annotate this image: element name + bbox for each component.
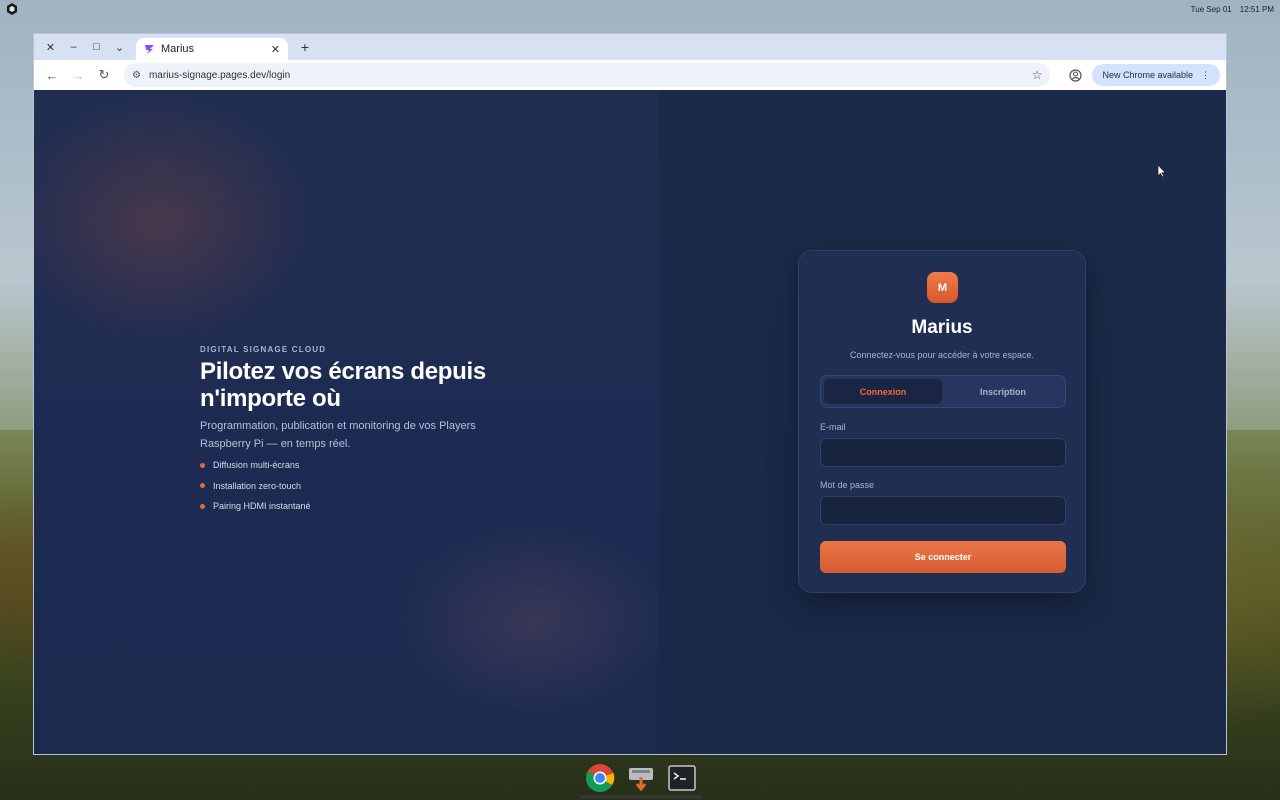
tab-inscription[interactable]: Inscription bbox=[944, 379, 1062, 404]
back-icon[interactable]: ← bbox=[40, 63, 64, 87]
hero-content: DIGITAL SIGNAGE CLOUD Pilotez vos écrans… bbox=[200, 345, 520, 517]
forward-icon[interactable]: → bbox=[66, 63, 90, 87]
mouse-cursor-icon bbox=[1157, 164, 1167, 178]
minimize-window-icon[interactable]: – bbox=[63, 37, 84, 57]
tab-close-icon[interactable]: ✕ bbox=[271, 43, 280, 56]
dock-indicator bbox=[580, 795, 702, 799]
update-chrome-button[interactable]: New Chrome available ⋮ bbox=[1092, 64, 1220, 86]
more-menu-icon: ⋮ bbox=[1201, 69, 1210, 80]
close-window-icon[interactable]: ✕ bbox=[40, 37, 61, 57]
terminal-icon[interactable] bbox=[666, 762, 698, 794]
list-item: Installation zero-touch bbox=[200, 476, 520, 497]
installer-icon[interactable] bbox=[625, 762, 657, 794]
email-field[interactable] bbox=[820, 438, 1066, 467]
profile-icon[interactable] bbox=[1064, 64, 1086, 86]
browser-window: ✕ – □ ⌄ Marius ✕ + ← → ↻ ⚙ marius-signag… bbox=[33, 33, 1227, 755]
list-item: Pairing HDMI instantané bbox=[200, 496, 520, 517]
hero-panel: DIGITAL SIGNAGE CLOUD Pilotez vos écrans… bbox=[34, 90, 659, 754]
address-bar[interactable]: ⚙ marius-signage.pages.dev/login ☆ bbox=[124, 63, 1051, 87]
update-chrome-label: New Chrome available bbox=[1102, 70, 1193, 80]
tab-marius[interactable]: Marius ✕ bbox=[136, 38, 288, 60]
feature-label: Pairing HDMI instantané bbox=[213, 501, 311, 512]
feature-label: Installation zero-touch bbox=[213, 480, 302, 491]
os-logo-icon[interactable] bbox=[6, 3, 18, 15]
dock bbox=[580, 758, 702, 798]
tab-title: Marius bbox=[161, 43, 195, 55]
desktop-top-bar: Tue Sep 01 12:51 PM bbox=[0, 0, 1280, 18]
tab-connexion[interactable]: Connexion bbox=[824, 379, 942, 404]
hero-lede: Programmation, publication et monitoring… bbox=[200, 420, 476, 450]
tab-search-chevron-icon[interactable]: ⌄ bbox=[109, 37, 130, 57]
url-text[interactable]: marius-signage.pages.dev/login bbox=[149, 70, 1024, 81]
new-tab-icon[interactable]: + bbox=[294, 39, 316, 55]
login-page: DIGITAL SIGNAGE CLOUD Pilotez vos écrans… bbox=[34, 90, 1226, 754]
clock-time: 12:51 PM bbox=[1239, 4, 1274, 14]
hero-headline: Pilotez vos écrans depuis n'importe où bbox=[200, 358, 486, 412]
login-card: M Marius Connectez-vous pour accéder à v… bbox=[798, 250, 1086, 593]
maximize-window-icon[interactable]: □ bbox=[86, 37, 107, 57]
site-info-icon[interactable]: ⚙ bbox=[132, 70, 141, 81]
chrome-icon[interactable] bbox=[584, 762, 616, 794]
bullet-dot-icon bbox=[200, 483, 205, 489]
clock-date: Tue Sep 01 bbox=[1190, 4, 1232, 14]
system-clock[interactable]: Tue Sep 01 12:51 PM bbox=[1191, 5, 1274, 14]
bullet-dot-icon bbox=[200, 462, 205, 468]
reload-icon[interactable]: ↻ bbox=[92, 63, 116, 87]
bullet-dot-icon bbox=[200, 503, 205, 509]
feature-label: Diffusion multi-écrans bbox=[213, 460, 300, 471]
feature-list: Diffusion multi-écrans Installation zero… bbox=[200, 455, 520, 517]
login-subtitle: Connectez-vous pour accéder à votre espa… bbox=[849, 350, 1035, 360]
marius-favicon-icon bbox=[144, 44, 155, 55]
list-item: Diffusion multi-écrans bbox=[200, 455, 520, 476]
login-button[interactable]: Se connecter bbox=[820, 541, 1066, 573]
bookmark-star-icon[interactable]: ☆ bbox=[1032, 68, 1043, 82]
brand-title: Marius bbox=[911, 317, 973, 338]
marius-logo: M bbox=[927, 272, 958, 303]
auth-panel: M Marius Connectez-vous pour accéder à v… bbox=[659, 90, 1226, 754]
hero-eyebrow: DIGITAL SIGNAGE CLOUD bbox=[200, 345, 327, 354]
email-label: E-mail bbox=[820, 422, 846, 432]
tab-strip: ✕ – □ ⌄ Marius ✕ + bbox=[34, 34, 1226, 60]
auth-tabs: Connexion Inscription bbox=[820, 375, 1066, 408]
browser-toolbar: ← → ↻ ⚙ marius-signage.pages.dev/login ☆… bbox=[34, 60, 1226, 90]
password-field[interactable] bbox=[820, 496, 1066, 525]
password-label: Mot de passe bbox=[820, 480, 875, 490]
